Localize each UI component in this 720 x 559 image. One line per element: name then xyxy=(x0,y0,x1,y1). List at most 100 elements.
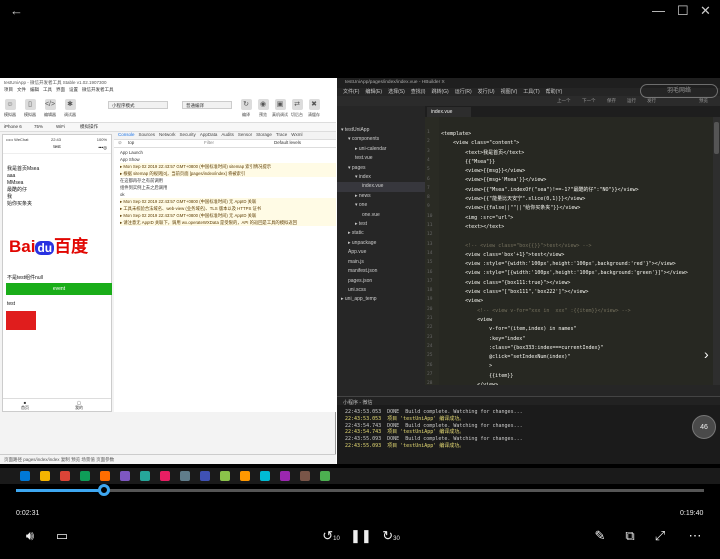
capsule-menu-icon[interactable]: •••◎ xyxy=(98,145,107,151)
taskbar-app-icon[interactable] xyxy=(260,471,270,481)
editor-scrollbar[interactable] xyxy=(713,117,720,385)
tree-item[interactable]: ▾ components xyxy=(337,135,425,144)
tree-item[interactable]: ▸ uni_app_temp xyxy=(337,295,425,304)
tree-item[interactable]: App.vue xyxy=(337,248,425,257)
tab-sources[interactable]: Sources xyxy=(139,132,156,137)
menu-item[interactable]: 跳转(G) xyxy=(431,89,448,95)
menu-item[interactable]: 文件 xyxy=(17,87,26,92)
tree-item[interactable]: test.vue xyxy=(337,154,425,163)
clear-cache-button[interactable]: ✖ 清缓存 xyxy=(306,99,322,118)
floating-badge[interactable]: 46 xyxy=(692,415,716,439)
publish-button[interactable]: 发行 xyxy=(647,98,656,104)
taskbar-app-icon[interactable] xyxy=(140,471,150,481)
next-button[interactable]: 下一个 xyxy=(582,98,596,104)
tree-item[interactable]: ▸ uni-calendar xyxy=(337,145,425,154)
tab-wxml[interactable]: Wxml xyxy=(291,132,302,137)
mode-select[interactable]: 小程序模式 xyxy=(108,101,168,109)
forward-button[interactable]: ↻30 xyxy=(380,526,402,546)
tab-security[interactable]: Security xyxy=(180,132,196,137)
event-button[interactable]: event xyxy=(6,283,112,295)
minimize-icon[interactable]: — xyxy=(652,3,665,18)
menu-item[interactable]: 编辑(E) xyxy=(365,89,382,95)
cast-icon[interactable]: ⧉ xyxy=(620,526,640,546)
tree-item[interactable]: ▸ unpackage xyxy=(337,239,425,248)
taskbar-app-icon[interactable] xyxy=(20,471,30,481)
tree-item[interactable]: main.js xyxy=(337,258,425,267)
editor-toggle[interactable]: </> 编辑器 xyxy=(42,99,58,118)
tree-item[interactable]: ▾ testUniApp xyxy=(337,126,425,135)
back-arrow-icon[interactable]: ← xyxy=(10,3,23,18)
subtitles-icon[interactable]: ▭ xyxy=(52,526,72,546)
tree-item[interactable]: index.vue xyxy=(337,182,425,192)
debugger-toggle[interactable]: ✱ 调试器 xyxy=(62,99,78,118)
run-button[interactable]: 运行 xyxy=(627,98,636,104)
seek-bar[interactable] xyxy=(16,489,704,492)
taskbar-app-icon[interactable] xyxy=(40,471,50,481)
menu-item[interactable]: 帮助(Y) xyxy=(546,89,563,95)
fullscreen-icon[interactable]: ⤢ xyxy=(650,526,670,546)
levels-select[interactable]: Default levels xyxy=(274,140,301,145)
taskbar-app-icon[interactable] xyxy=(200,471,210,481)
remote-debug-button[interactable]: ▣ 真机调试 xyxy=(272,99,288,118)
preview-button[interactable]: 预览 xyxy=(699,98,708,104)
tree-item[interactable]: manifest.json xyxy=(337,267,425,276)
taskbar-app-icon[interactable] xyxy=(60,471,70,481)
menu-item[interactable]: 项目 xyxy=(4,87,13,92)
menu-item[interactable]: 工具 xyxy=(43,87,52,92)
edit-icon[interactable]: ✎ xyxy=(590,526,610,546)
tree-item[interactable]: ▾ pages xyxy=(337,164,425,173)
taskbar-app-icon[interactable] xyxy=(320,471,330,481)
tab-sensor[interactable]: Sensor xyxy=(238,132,252,137)
menu-item[interactable]: 设置 xyxy=(69,87,78,92)
ops-select[interactable]: 模拟操作 xyxy=(80,124,98,130)
tab-home[interactable]: ■ 首页 xyxy=(21,400,29,411)
chevron-right-icon[interactable]: › xyxy=(704,346,709,362)
taskbar-app-icon[interactable] xyxy=(120,471,130,481)
more-icon[interactable]: ⋯ xyxy=(685,526,705,546)
compile-button[interactable]: ↻ 编译 xyxy=(238,99,254,118)
tree-item[interactable]: one.vue xyxy=(337,211,425,220)
menu-item[interactable]: 视图(V) xyxy=(501,89,518,95)
save-button[interactable]: 保存 xyxy=(607,98,616,104)
tree-item[interactable]: ▾ index xyxy=(337,173,425,182)
maximize-icon[interactable]: ☐ xyxy=(677,3,689,19)
code-editor[interactable]: 1 2 3 4 5 6 7 8 9 10 11 12 13 14 15 16 17 18 19 20 21 22 23 24 2… xyxy=(425,117,713,385)
tab-network[interactable]: Network xyxy=(159,132,176,137)
menu-item[interactable]: 发行(U) xyxy=(478,89,495,95)
taskbar-app-icon[interactable] xyxy=(280,471,290,481)
menu-item[interactable]: 运行(R) xyxy=(455,89,472,95)
volume-icon[interactable]: 🔊︎ xyxy=(20,526,40,546)
tree-item[interactable]: ▸ news xyxy=(337,192,425,201)
menu-item[interactable]: 微信开发者工具 xyxy=(82,87,114,92)
background-button[interactable]: ⇄ 切后台 xyxy=(289,99,305,118)
menu-item[interactable]: 工具(T) xyxy=(523,89,539,95)
zoom-select[interactable]: 75% xyxy=(34,124,43,129)
menu-item[interactable]: 选择(S) xyxy=(388,89,405,95)
compile-mode-select[interactable]: 普通编译 xyxy=(182,101,232,109)
menu-item[interactable]: 查找(I) xyxy=(411,89,426,95)
tab-audits[interactable]: Audits xyxy=(221,132,234,137)
tab-index-vue[interactable]: index.vue xyxy=(427,107,471,117)
taskbar-app-icon[interactable] xyxy=(240,471,250,481)
block-icon[interactable]: ⊘ xyxy=(118,140,122,146)
taskbar-app-icon[interactable] xyxy=(160,471,170,481)
tab-mine[interactable]: ◯ 我的 xyxy=(75,400,83,411)
tree-item[interactable]: ▾ one xyxy=(337,201,425,210)
pause-icon[interactable]: ❚❚ xyxy=(350,526,372,546)
tab-console[interactable]: Console xyxy=(118,132,135,137)
scrollbar-thumb[interactable] xyxy=(714,122,719,154)
filter-input[interactable]: Filter xyxy=(204,140,214,145)
menu-item[interactable]: 编辑 xyxy=(30,87,39,92)
preview-button[interactable]: ◉ 预览 xyxy=(255,99,271,118)
tab-trace[interactable]: Trace xyxy=(276,132,287,137)
close-icon[interactable]: ✕ xyxy=(700,3,711,19)
taskbar-app-icon[interactable] xyxy=(300,471,310,481)
context-select[interactable]: top xyxy=(128,140,134,145)
device-select[interactable]: iPhone 6 xyxy=(4,124,22,129)
simulator-button[interactable]: ☺ 模拟器 xyxy=(2,99,18,118)
tree-item[interactable]: ▸ test xyxy=(337,220,425,229)
taskbar-app-icon[interactable] xyxy=(180,471,190,481)
taskbar-app-icon[interactable] xyxy=(100,471,110,481)
tab-appdata[interactable]: AppData xyxy=(200,132,218,137)
network-select[interactable]: WiFi xyxy=(56,124,65,129)
